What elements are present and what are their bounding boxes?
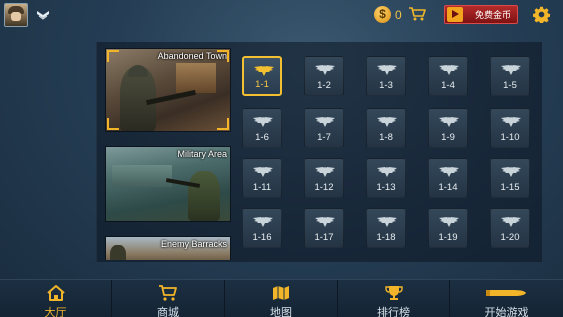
eagle-wings-icon xyxy=(501,217,521,227)
eagle-wings-icon xyxy=(377,65,397,75)
map-card-enemy-barracks[interactable]: Enemy Barracks xyxy=(105,236,231,260)
soldier-figure xyxy=(188,171,220,221)
gear-icon[interactable] xyxy=(533,6,550,23)
play-video-icon xyxy=(447,7,463,22)
level-tile[interactable]: 1-10 xyxy=(490,108,530,148)
eagle-wings-icon xyxy=(315,65,335,75)
home-icon xyxy=(47,285,65,301)
eagle-wings-icon xyxy=(377,167,397,177)
eagle-wings-icon xyxy=(377,117,397,127)
map-card-military-area[interactable]: Military Area xyxy=(105,146,231,222)
level-label: 1-18 xyxy=(376,232,396,243)
level-tile[interactable]: 1-1 xyxy=(242,56,282,96)
level-label: 1-17 xyxy=(314,232,334,243)
soldier-figure xyxy=(110,245,126,260)
level-label: 1-8 xyxy=(379,132,393,143)
eagle-wings-icon xyxy=(253,217,273,227)
eagle-wings-icon xyxy=(253,167,273,177)
level-tile[interactable]: 1-14 xyxy=(428,158,468,198)
level-label: 1-5 xyxy=(503,80,517,91)
nav-label: 排行榜 xyxy=(377,307,410,317)
map-card-abandoned-town[interactable]: Abandoned Town xyxy=(105,48,231,132)
level-tile[interactable]: 1-5 xyxy=(490,56,530,96)
nav-label: 地图 xyxy=(270,307,292,317)
eagle-wings-icon xyxy=(501,117,521,127)
level-label: 1-11 xyxy=(252,182,272,193)
level-label: 1-20 xyxy=(500,232,520,243)
eagle-wings-icon xyxy=(315,167,335,177)
level-label: 1-4 xyxy=(441,80,455,91)
eagle-wings-icon xyxy=(501,167,521,177)
cart-icon[interactable] xyxy=(408,6,426,22)
level-tile[interactable]: 1-19 xyxy=(428,208,468,248)
level-tile[interactable]: 1-4 xyxy=(428,56,468,96)
eagle-wings-icon xyxy=(439,167,459,177)
level-tile[interactable]: 1-9 xyxy=(428,108,468,148)
level-tile[interactable]: 1-13 xyxy=(366,158,406,198)
nav-label: 商城 xyxy=(157,307,179,317)
level-label: 1-2 xyxy=(317,80,331,91)
chevron-rank-icon xyxy=(37,11,49,20)
level-label: 1-7 xyxy=(317,132,331,143)
level-label: 1-19 xyxy=(438,232,458,243)
nav-item-map[interactable]: 地图 xyxy=(225,280,338,317)
bottom-nav: 大厅 商城 地图 排行榜 开始游戏 xyxy=(0,279,563,317)
selection-corner xyxy=(217,118,229,130)
map-list[interactable]: Abandoned Town Military Area Enemy Barra… xyxy=(101,44,234,260)
eagle-wings-icon xyxy=(439,217,459,227)
level-label: 1-12 xyxy=(314,182,334,193)
eagle-wings-icon xyxy=(254,66,274,76)
free-coins-button[interactable]: 免费金币 xyxy=(444,5,518,24)
level-label: 1-13 xyxy=(376,182,396,193)
nav-item-start-game[interactable]: 开始游戏 xyxy=(450,280,563,317)
level-tile[interactable]: 1-16 xyxy=(242,208,282,248)
level-tile[interactable]: 1-18 xyxy=(366,208,406,248)
map-name: Enemy Barracks xyxy=(160,239,227,249)
level-label: 1-1 xyxy=(255,79,269,90)
level-tile[interactable]: 1-17 xyxy=(304,208,344,248)
level-tile[interactable]: 1-7 xyxy=(304,108,344,148)
eagle-wings-icon xyxy=(501,65,521,75)
level-tile[interactable]: 1-20 xyxy=(490,208,530,248)
level-label: 1-16 xyxy=(252,232,272,243)
nav-item-shop[interactable]: 商城 xyxy=(112,280,225,317)
level-label: 1-3 xyxy=(379,80,393,91)
level-label: 1-14 xyxy=(438,182,458,193)
cart-icon xyxy=(159,285,177,301)
level-label: 1-15 xyxy=(500,182,520,193)
level-tile[interactable]: 1-15 xyxy=(490,158,530,198)
level-tile[interactable]: 1-11 xyxy=(242,158,282,198)
coin-icon: $ xyxy=(374,6,391,23)
level-tile[interactable]: 1-3 xyxy=(366,56,406,96)
eagle-wings-icon xyxy=(439,65,459,75)
bullet-icon xyxy=(486,290,526,296)
nav-item-lobby[interactable]: 大厅 xyxy=(0,280,112,317)
eagle-wings-icon xyxy=(315,117,335,127)
eagle-wings-icon xyxy=(315,217,335,227)
selection-corner xyxy=(107,50,119,62)
eagle-wings-icon xyxy=(253,117,273,127)
free-coins-label: 免费金币 xyxy=(475,10,512,20)
level-label: 1-10 xyxy=(500,132,520,143)
map-icon xyxy=(273,286,289,300)
nav-label: 开始游戏 xyxy=(484,307,529,317)
selection-corner xyxy=(217,50,229,62)
level-tile[interactable]: 1-12 xyxy=(304,158,344,198)
coin-count: 0 xyxy=(395,8,402,22)
nav-label: 大厅 xyxy=(44,307,67,317)
level-label: 1-6 xyxy=(255,132,269,143)
level-tile[interactable]: 1-8 xyxy=(366,108,406,148)
nav-item-leaderboard[interactable]: 排行榜 xyxy=(338,280,450,317)
level-grid: 1-1 1-2 1-3 1-4 1-5 1-6 1-7 1-8 1-9 1-10 1-11 1-12 1… xyxy=(240,52,540,260)
level-label: 1-9 xyxy=(441,132,455,143)
selection-corner xyxy=(107,118,119,130)
map-name: Military Area xyxy=(177,149,227,159)
eagle-wings-icon xyxy=(439,117,459,127)
trophy-icon xyxy=(385,286,403,300)
eagle-wings-icon xyxy=(377,217,397,227)
level-tile[interactable]: 1-6 xyxy=(242,108,282,148)
top-bar: $ 0 免费金币 xyxy=(0,0,563,30)
level-tile[interactable]: 1-2 xyxy=(304,56,344,96)
player-avatar[interactable] xyxy=(4,3,28,27)
